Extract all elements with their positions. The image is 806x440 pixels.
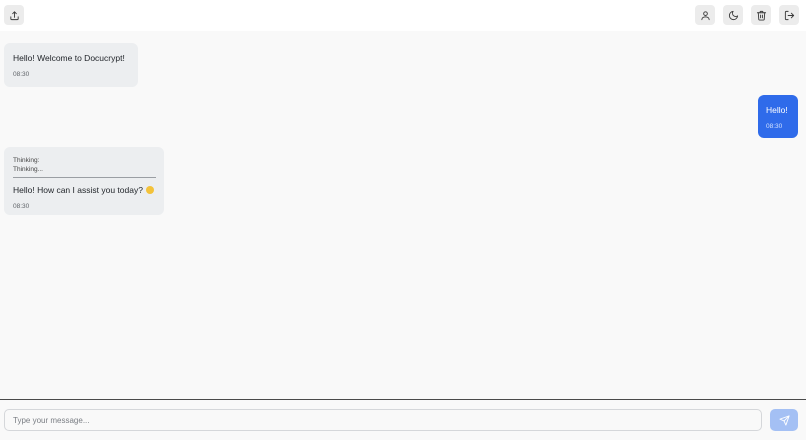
message-text: Hello! <box>766 105 788 115</box>
logout-icon <box>784 10 794 20</box>
message-timestamp: 08:30 <box>13 203 30 210</box>
theme-toggle-button[interactable] <box>723 5 743 25</box>
profile-button[interactable] <box>695 5 715 25</box>
send-icon <box>778 414 790 426</box>
composer-bar <box>0 399 806 440</box>
message-input[interactable] <box>4 409 762 431</box>
message-timestamp: 08:30 <box>766 123 783 130</box>
thinking-divider <box>13 177 156 178</box>
logout-button[interactable] <box>779 5 799 25</box>
message-text: Hello! Welcome to Docucrypt! <box>13 53 125 63</box>
clear-chat-button[interactable] <box>751 5 771 25</box>
bot-message: Thinking: Thinking... Hello! How can I a… <box>4 147 164 215</box>
message-timestamp: 08:30 <box>13 71 30 78</box>
chat-app: Hello! Welcome to Docucrypt! 08:30 Hello… <box>0 0 806 440</box>
message-body: Hello! How can I assist you today? <box>13 184 155 196</box>
thinking-label: Thinking: <box>13 157 40 164</box>
message-text: Hello! How can I assist you today? <box>13 185 143 195</box>
bot-message: Hello! Welcome to Docucrypt! 08:30 <box>4 43 138 87</box>
user-icon <box>700 10 710 20</box>
top-bar <box>0 0 806 31</box>
upload-icon <box>9 10 19 20</box>
upload-button[interactable] <box>4 5 24 25</box>
thinking-text: Thinking... <box>13 166 43 173</box>
user-message: Hello! 08:30 <box>758 95 798 138</box>
trash-icon <box>756 10 766 21</box>
send-button[interactable] <box>770 409 798 431</box>
smiling-face-icon <box>146 186 155 194</box>
moon-icon <box>728 10 738 20</box>
